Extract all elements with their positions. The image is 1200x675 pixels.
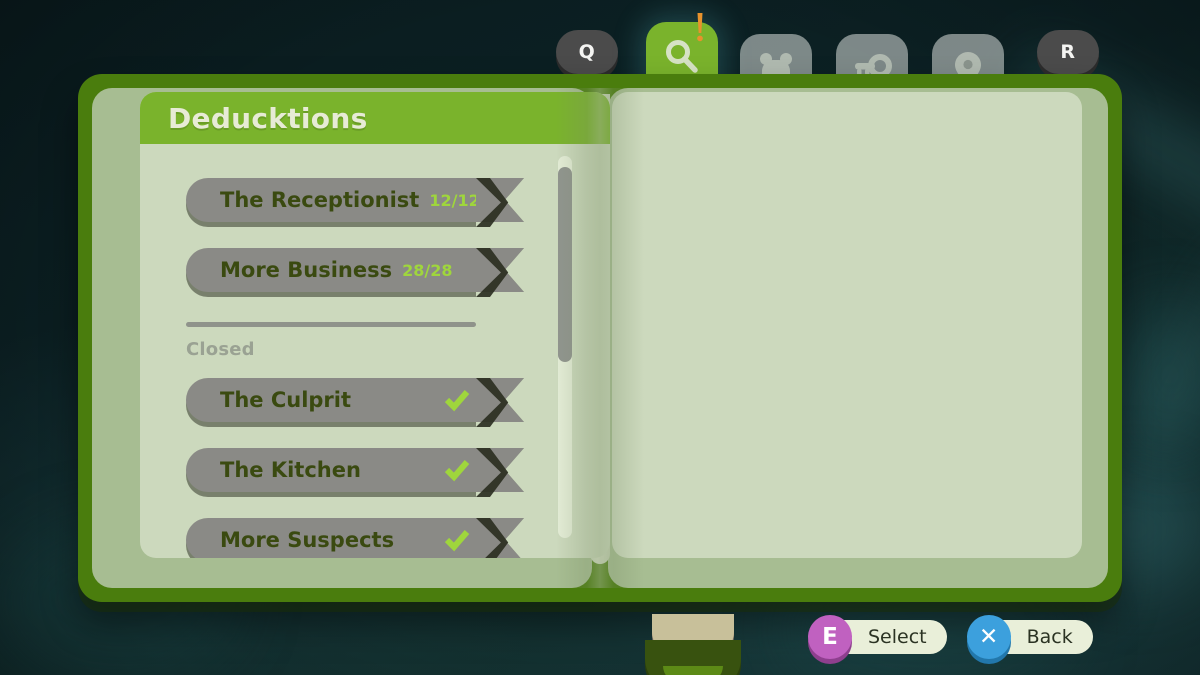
prev-tab-key[interactable]: Q	[556, 30, 618, 74]
list-item-count: 28/28	[402, 260, 453, 280]
next-tab-key[interactable]: R	[1037, 30, 1099, 74]
list-item[interactable]: More Business 28/28	[186, 248, 524, 297]
list-item[interactable]: The Culprit	[186, 378, 524, 427]
right-page	[612, 92, 1082, 558]
back-key-label: ✕	[978, 624, 999, 650]
select-key-label: E	[822, 624, 838, 650]
list-item[interactable]: The Kitchen	[186, 448, 524, 497]
left-page: Deducktions The Receptionist 12/12 More …	[140, 92, 610, 558]
check-icon	[444, 390, 470, 412]
list-item-label: The Culprit	[220, 388, 352, 412]
page-header: Deducktions	[140, 92, 610, 144]
game-screen: Q R Deducktions The Receptionist 12/12 M…	[0, 0, 1200, 675]
list-item[interactable]: The Receptionist 12/12	[186, 178, 524, 227]
section-label-closed: Closed	[186, 339, 255, 360]
back-prompt[interactable]: ✕ Back	[966, 615, 1093, 659]
select-prompt-label: Select	[868, 626, 927, 648]
spine-notch	[645, 640, 741, 675]
select-prompt[interactable]: E Select	[808, 615, 947, 659]
exclamation-badge	[697, 13, 703, 42]
list-item[interactable]: More Suspects	[186, 518, 524, 558]
check-icon	[444, 530, 470, 552]
notebook: Deducktions The Receptionist 12/12 More …	[78, 74, 1122, 675]
list-item-label: The Kitchen	[220, 458, 361, 482]
prev-tab-key-label: Q	[578, 41, 596, 63]
back-key-icon[interactable]: ✕	[966, 615, 1011, 659]
list-item-label: The Receptionist	[220, 188, 420, 212]
deduction-list[interactable]: The Receptionist 12/12 More Business 28/…	[140, 144, 610, 558]
check-icon	[444, 460, 470, 482]
back-prompt-label: Back	[1026, 626, 1073, 648]
section-divider	[186, 322, 476, 327]
list-item-count: 12/12	[429, 190, 480, 210]
scrollbar-thumb[interactable]	[558, 167, 572, 363]
button-prompts: E Select ✕ Back	[808, 615, 1093, 659]
list-item-label: More Suspects	[220, 528, 395, 552]
list-item-label: More Business	[220, 258, 393, 282]
next-tab-key-label: R	[1060, 41, 1076, 63]
page-title: Deducktions	[168, 101, 368, 135]
select-key-icon[interactable]: E	[808, 615, 852, 659]
scrollbar[interactable]	[558, 156, 572, 538]
